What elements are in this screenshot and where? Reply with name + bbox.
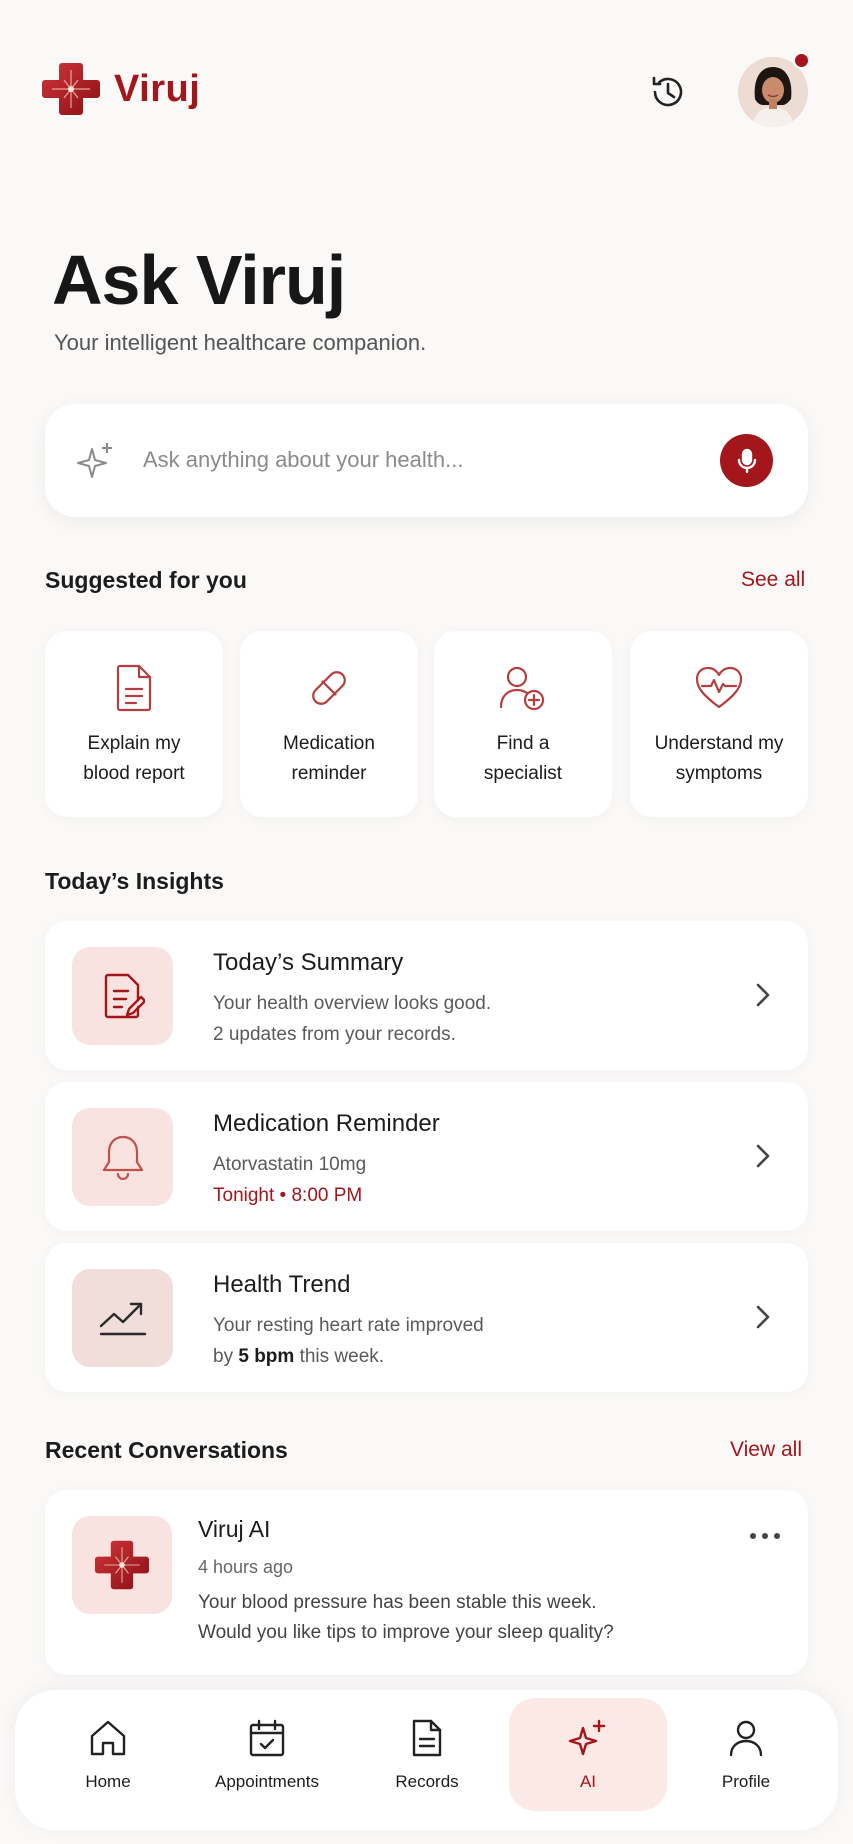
microphone-icon	[737, 448, 756, 473]
page-title: Ask Viruj	[52, 241, 346, 319]
conversation-preview-2: Would you like tips to improve your slee…	[198, 1622, 614, 1643]
nav-records[interactable]: Records	[352, 1690, 502, 1830]
nav-label: Profile	[721, 1772, 771, 1791]
insight-title: Today’s Summary	[213, 949, 404, 976]
trend-suffix: this week.	[294, 1346, 385, 1367]
heart-pulse-icon	[695, 666, 743, 709]
suggestion-label-line1: Explain my	[87, 733, 181, 754]
document-icon	[116, 664, 152, 712]
ai-sparkle-icon	[568, 1719, 606, 1756]
history-icon	[652, 76, 683, 107]
insight-icon-tile	[72, 1108, 173, 1206]
nav-profile[interactable]: Profile	[671, 1690, 821, 1830]
suggestion-label-line2: symptoms	[675, 763, 763, 784]
medication-time: Tonight • 8:00 PM	[213, 1185, 363, 1206]
suggestion-card-blood-report[interactable]: Explain my blood report	[45, 631, 223, 817]
calendar-icon	[249, 1719, 285, 1757]
suggestion-label-line2: reminder	[291, 763, 367, 784]
more-options-icon[interactable]	[745, 1526, 785, 1546]
suggestion-label-line1: Medication	[283, 733, 375, 754]
chevron-right-icon	[756, 1305, 770, 1329]
home-icon	[90, 1720, 126, 1756]
trend-prefix: by	[213, 1346, 239, 1367]
insight-card-medication[interactable]: Medication Reminder Atorvastatin 10mg To…	[45, 1082, 808, 1231]
insight-detail-secondary: by 5 bpm this week.	[213, 1346, 384, 1368]
view-all-link[interactable]: View all	[730, 1438, 802, 1462]
insights-section-title: Today’s Insights	[45, 868, 224, 894]
chevron-right-icon	[756, 983, 770, 1007]
header: Viruj	[0, 0, 853, 180]
app-name: Viruj	[114, 67, 201, 110]
nav-label: Home	[85, 1772, 131, 1791]
nav-label: Records	[395, 1772, 459, 1791]
records-icon	[412, 1719, 442, 1757]
nav-ai[interactable]: AI	[509, 1690, 667, 1830]
suggestion-label-line1: Understand my	[654, 733, 784, 754]
pill-icon	[312, 671, 346, 705]
conversation-time: 4 hours ago	[198, 1557, 294, 1577]
insight-detail-secondary: 2 updates from your records.	[213, 1024, 456, 1045]
suggestion-card-symptoms[interactable]: Understand my symptoms	[630, 631, 808, 817]
insight-card-trend[interactable]: Health Trend Your resting heart rate imp…	[45, 1243, 808, 1392]
insight-title: Medication Reminder	[213, 1110, 440, 1137]
medical-cross-icon	[95, 1540, 149, 1590]
trend-value: 5 bpm	[238, 1346, 295, 1367]
summary-document-icon	[104, 973, 145, 1019]
insight-icon-tile	[72, 947, 173, 1045]
bottom-navigation: Home Appointments Records AI Profile	[15, 1690, 838, 1830]
microphone-button[interactable]	[720, 434, 773, 487]
conversation-item[interactable]: Viruj AI 4 hours ago Your blood pressure…	[45, 1490, 808, 1675]
user-add-icon	[499, 666, 545, 711]
suggestion-label-line2: specialist	[483, 763, 563, 784]
conversation-name: Viruj AI	[198, 1516, 271, 1542]
nav-label: AI	[579, 1772, 597, 1791]
chevron-right-icon	[756, 1144, 770, 1168]
ask-search-bar[interactable]	[45, 404, 808, 517]
suggested-section-title: Suggested for you	[45, 567, 247, 593]
insight-card-summary[interactable]: Today’s Summary Your health overview loo…	[45, 921, 808, 1070]
app-logo[interactable]: Viruj	[42, 60, 200, 118]
suggestion-label-line2: blood report	[83, 763, 185, 784]
page-subtitle: Your intelligent healthcare companion.	[54, 330, 427, 355]
sparkle-icon	[77, 443, 112, 478]
nav-home[interactable]: Home	[33, 1690, 183, 1830]
conversations-section-title: Recent Conversations	[45, 1437, 288, 1463]
notification-dot	[793, 52, 810, 69]
conversation-avatar	[72, 1516, 172, 1614]
see-all-link[interactable]: See all	[741, 568, 805, 592]
trend-up-icon	[99, 1302, 146, 1336]
insight-title: Health Trend	[213, 1271, 351, 1298]
conversation-preview: Your blood pressure has been stable this…	[198, 1592, 597, 1613]
profile-icon	[729, 1720, 763, 1757]
history-button[interactable]	[646, 70, 690, 114]
suggestion-card-medication[interactable]: Medication reminder	[240, 631, 418, 817]
medical-cross-icon	[42, 60, 100, 118]
search-input[interactable]	[143, 442, 613, 478]
medication-name: Atorvastatin 10mg	[213, 1154, 367, 1175]
bell-icon	[102, 1135, 143, 1181]
suggestion-label-line1: Find a	[496, 733, 550, 754]
nav-label: Appointments	[215, 1772, 319, 1791]
insight-icon-tile	[72, 1269, 173, 1367]
suggestion-card-specialist[interactable]: Find a specialist	[434, 631, 612, 817]
nav-appointments[interactable]: Appointments	[192, 1690, 342, 1830]
insight-detail: Your health overview looks good.	[213, 993, 492, 1014]
insight-detail: Your resting heart rate improved	[213, 1315, 484, 1336]
